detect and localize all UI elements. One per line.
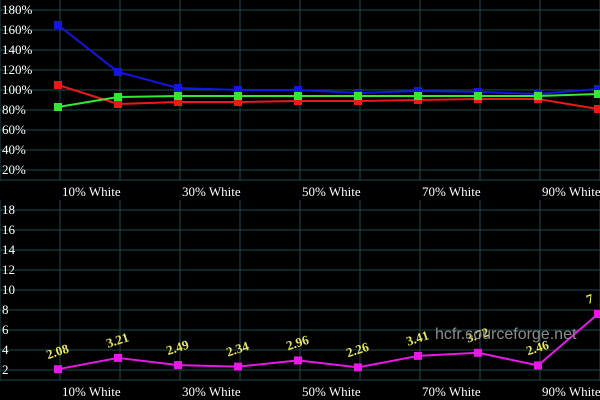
x-tick-label: 30% White — [182, 184, 241, 199]
y-tick-label: 140% — [2, 42, 33, 57]
data-point-marker — [174, 92, 182, 100]
x-tick-label: 10% White — [62, 184, 121, 199]
y-tick-label: 20% — [2, 162, 26, 177]
y-tick-label: 12 — [2, 262, 15, 277]
x-tick-label: 10% White — [62, 384, 121, 399]
data-point-marker — [354, 92, 362, 100]
data-point-marker — [174, 361, 182, 370]
y-tick-label: 16 — [2, 222, 16, 237]
y-tick-label: 8 — [2, 302, 9, 317]
y-tick-label: 6 — [2, 322, 9, 337]
x-tick-label: 50% White — [302, 384, 361, 399]
data-point-marker — [534, 92, 542, 100]
x-tick-label: 70% White — [422, 184, 481, 199]
x-tick-label: 30% White — [182, 384, 241, 399]
data-point-marker — [534, 361, 542, 370]
y-tick-label: 80% — [2, 102, 26, 117]
data-point-marker — [54, 365, 62, 374]
y-tick-label: 40% — [2, 142, 26, 157]
data-point-marker — [114, 353, 122, 362]
x-tick-label: 50% White — [302, 184, 361, 199]
data-point-marker — [594, 105, 600, 113]
y-tick-label: 120% — [2, 62, 33, 77]
x-tick-label: 90% White — [542, 384, 600, 399]
data-point-marker — [114, 68, 122, 76]
data-point-marker — [474, 92, 482, 100]
y-tick-label: 2 — [2, 362, 9, 377]
delta-e-chart-panel: 180% 160% 140% 120% 100% 80% 60% 40% 20% 10% Whit… — [0, 0, 600, 400]
y-tick-label: 10 — [2, 282, 15, 297]
chart-svg: 180% 160% 140% 120% 100% 80% 60% 40% 20% 10% Whit… — [0, 0, 600, 400]
y-tick-label: 180% — [2, 2, 33, 17]
data-point-marker — [174, 84, 182, 92]
data-point-marker — [114, 93, 122, 101]
y-tick-label: 18 — [2, 202, 15, 217]
watermark-text: hcfr.sourceforge.net — [435, 326, 577, 343]
data-point-marker — [54, 81, 62, 89]
data-point-marker — [234, 92, 242, 100]
y-tick-label: 14 — [2, 242, 16, 257]
data-point-marker — [594, 310, 600, 318]
y-tick-label: 100% — [2, 82, 33, 97]
data-point-marker — [114, 100, 122, 108]
data-point-marker — [414, 351, 422, 360]
data-point-marker — [354, 363, 362, 372]
data-point-marker — [54, 103, 62, 111]
data-point-marker — [594, 90, 600, 98]
x-tick-label: 70% White — [422, 384, 481, 399]
y-tick-label: 60% — [2, 122, 26, 137]
data-point-marker — [54, 21, 62, 29]
data-point-marker — [414, 92, 422, 100]
data-point-marker — [234, 362, 242, 371]
y-tick-label: 4 — [2, 342, 9, 357]
data-point-marker — [294, 92, 302, 100]
x-tick-label: 90% White — [542, 184, 600, 199]
y-tick-label: 160% — [2, 22, 33, 37]
data-point-marker — [294, 356, 302, 365]
data-point-marker — [474, 348, 482, 357]
